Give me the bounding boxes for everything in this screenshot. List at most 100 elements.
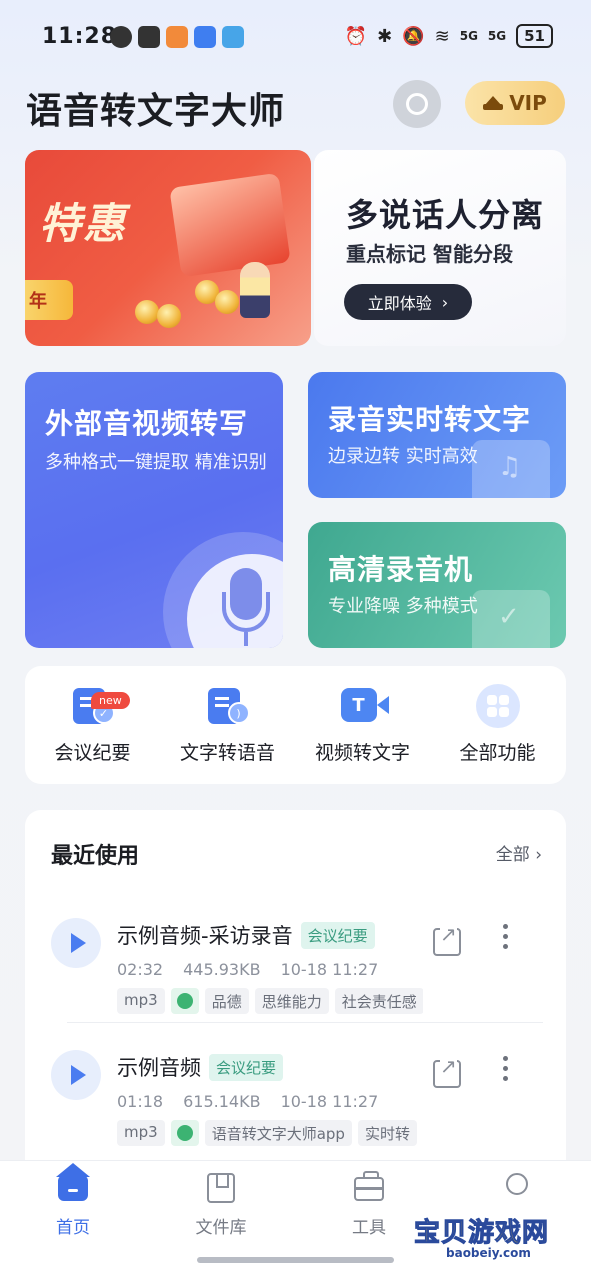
check-folder-icon: ✓ bbox=[472, 590, 550, 648]
book-app-icon bbox=[222, 26, 244, 48]
nfc-icon bbox=[138, 26, 160, 48]
promo-banner[interactable]: 特惠 年 bbox=[25, 150, 311, 346]
app-notification-icon bbox=[110, 26, 132, 48]
try-now-button[interactable]: 立即体验 › bbox=[344, 284, 472, 320]
person-illustration bbox=[240, 262, 270, 318]
external-transcribe-card[interactable]: 外部音视频转写 多种格式一键提取 精准识别 bbox=[25, 372, 283, 648]
check-icon bbox=[170, 1120, 199, 1146]
status-notification-icons bbox=[110, 26, 244, 48]
video-text-icon: T bbox=[339, 684, 389, 728]
nav-files-label: 文件库 bbox=[195, 1218, 247, 1238]
recording-meta: 01:18 615.14KB 10-18 11:27 bbox=[117, 1092, 378, 1111]
avatar[interactable] bbox=[393, 80, 441, 128]
signal-icon-b: 5G bbox=[487, 29, 507, 43]
chevron-right-icon: › bbox=[441, 292, 449, 312]
list-item[interactable]: 示例音频-采访录音 会议纪要 02:32 445.93KB 10-18 11:27… bbox=[25, 904, 566, 1034]
music-folder-icon: ♫ bbox=[472, 440, 550, 498]
realtime-record-card[interactable]: 录音实时转文字 边录边转 实时高效 ♫ bbox=[308, 372, 566, 498]
file-size: 615.14KB bbox=[183, 1092, 261, 1111]
signal-icon-a: 5G bbox=[459, 29, 478, 43]
chevron-right-icon: › bbox=[535, 845, 542, 865]
grid-icon bbox=[474, 684, 522, 728]
meeting-tag: 会议纪要 bbox=[300, 922, 375, 949]
try-now-label: 立即体验 bbox=[367, 294, 432, 313]
home-indicator bbox=[197, 1257, 394, 1263]
tool-meeting-minutes[interactable]: ✓ 会议纪要 new bbox=[25, 684, 160, 765]
keyword-chip: 社会责任感 bbox=[334, 988, 423, 1014]
alarm-icon: ⏰ bbox=[344, 25, 368, 47]
bluetooth-icon: ✱ bbox=[377, 25, 393, 47]
tools-row: ✓ 会议纪要 new ) 文字转语音 T 视频转文字 全部功能 bbox=[25, 666, 566, 784]
banner-title: 多说话人分离 bbox=[346, 196, 545, 234]
home-icon bbox=[56, 1163, 90, 1201]
tool-label: 视频转文字 bbox=[314, 742, 410, 764]
crown-icon bbox=[483, 96, 504, 110]
mail-app-icon bbox=[194, 26, 216, 48]
external-transcribe-subtitle: 多种格式一键提取 精准识别 bbox=[45, 452, 267, 473]
nav-home[interactable]: 首页 bbox=[18, 1163, 128, 1238]
share-icon[interactable] bbox=[433, 922, 461, 956]
keyword-chip: 品德 bbox=[204, 988, 249, 1014]
recording-meta: 02:32 445.93KB 10-18 11:27 bbox=[117, 960, 378, 979]
tool-all-features[interactable]: 全部功能 bbox=[430, 684, 565, 765]
tool-label: 全部功能 bbox=[459, 742, 536, 764]
coins-image bbox=[135, 270, 295, 330]
view-all-link[interactable]: 全部 › bbox=[496, 840, 542, 865]
check-icon bbox=[170, 988, 199, 1014]
promo-year-tag: 年 bbox=[25, 280, 73, 320]
tool-label: 会议纪要 bbox=[54, 742, 131, 764]
share-icon[interactable] bbox=[433, 1054, 461, 1088]
recording-name: 示例音频-采访录音 会议纪要 bbox=[117, 920, 375, 950]
recording-tags: mp3 语音转文字大师app 实时转 bbox=[117, 1120, 423, 1146]
realtime-record-subtitle: 边录边转 实时高效 bbox=[328, 446, 478, 467]
duration: 02:32 bbox=[117, 960, 164, 979]
recent-section: 最近使用 全部 › 示例音频-采访录音 会议纪要 02:32 445.93KB 1… bbox=[25, 810, 566, 1170]
new-badge: new bbox=[91, 692, 130, 709]
meeting-tag: 会议纪要 bbox=[209, 1054, 284, 1081]
keyword-chip: 思维能力 bbox=[254, 988, 329, 1014]
status-time: 11:28 bbox=[42, 24, 118, 49]
tool-video-to-text[interactable]: T 视频转文字 bbox=[295, 684, 430, 765]
keyword-chip: 实时转 bbox=[357, 1120, 417, 1146]
user-icon bbox=[406, 93, 428, 115]
nav-home-label: 首页 bbox=[56, 1218, 90, 1238]
more-icon[interactable] bbox=[503, 1056, 509, 1081]
hd-recorder-title: 高清录音机 bbox=[328, 553, 474, 586]
text-to-speech-icon: ) bbox=[204, 684, 252, 728]
play-icon[interactable] bbox=[51, 918, 101, 968]
nav-tools[interactable]: 工具 bbox=[314, 1171, 424, 1238]
play-icon[interactable] bbox=[51, 1050, 101, 1100]
divider bbox=[67, 1022, 543, 1023]
hd-recorder-subtitle: 专业降噪 多种模式 bbox=[328, 596, 478, 617]
format-chip: mp3 bbox=[117, 1120, 165, 1146]
list-item[interactable]: 示例音频 会议纪要 01:18 615.14KB 10-18 11:27 mp3 … bbox=[25, 1036, 566, 1166]
vip-button[interactable]: VIP bbox=[465, 81, 565, 125]
status-system-icons: ⏰ ✱ 🔕 ≋ 5G 5G 51 bbox=[345, 24, 553, 48]
watermark-logo: 宝贝游戏网 baobeiy.com bbox=[413, 1218, 550, 1261]
battery-icon: 51 bbox=[516, 24, 553, 48]
bookmark-file-icon bbox=[207, 1173, 235, 1203]
more-icon[interactable] bbox=[503, 924, 509, 949]
recording-name: 示例音频 会议纪要 bbox=[117, 1052, 284, 1082]
tool-label: 文字转语音 bbox=[179, 742, 275, 764]
wifi-icon: ≋ bbox=[434, 25, 450, 47]
nav-tools-label: 工具 bbox=[352, 1218, 386, 1238]
mute-icon: 🔕 bbox=[402, 25, 425, 47]
format-chip: mp3 bbox=[117, 988, 165, 1014]
treasure-chest-image bbox=[169, 172, 291, 278]
status-bar: 11:28 ⏰ ✱ 🔕 ≋ 5G 5G 51 bbox=[0, 0, 591, 76]
recording-tags: mp3 品德 思维能力 社会责任感 bbox=[117, 988, 423, 1014]
duration: 01:18 bbox=[117, 1092, 164, 1111]
file-size: 445.93KB bbox=[183, 960, 261, 979]
promo-text: 特惠 bbox=[39, 199, 128, 248]
vip-label: VIP bbox=[509, 91, 547, 115]
app-title: 语音转文字大师 bbox=[26, 91, 286, 132]
speaker-separation-banner[interactable]: 多说话人分离 重点标记 智能分段 立即体验 › bbox=[314, 150, 566, 346]
tool-text-to-speech[interactable]: ) 文字转语音 bbox=[160, 684, 295, 765]
recent-title: 最近使用 bbox=[51, 844, 140, 869]
hd-recorder-card[interactable]: 高清录音机 专业降噪 多种模式 ✓ bbox=[308, 522, 566, 648]
toolbox-icon bbox=[354, 1171, 384, 1201]
banner-subtitle: 重点标记 智能分段 bbox=[346, 242, 513, 266]
keyword-chip: 语音转文字大师app bbox=[204, 1120, 352, 1146]
nav-files[interactable]: 文件库 bbox=[166, 1171, 276, 1238]
